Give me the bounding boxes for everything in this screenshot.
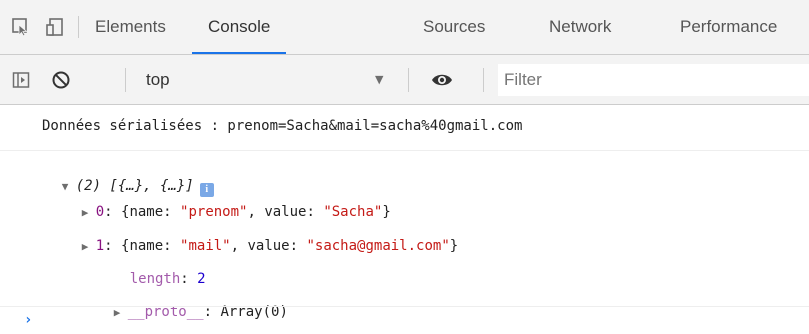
tab-network[interactable]: Network [549,0,611,54]
expand-triangle-icon[interactable]: ▶ [82,237,96,257]
inspect-element-icon[interactable] [6,12,36,42]
console-output: Données sérialisées : prenom=Sacha&mail=… [0,106,809,334]
active-tab-indicator [192,52,287,54]
message-divider [0,150,809,151]
eye-icon[interactable] [427,65,457,95]
clear-console-icon[interactable] [46,65,76,95]
tab-label: Console [208,17,271,36]
context-selector-label: top [146,70,170,89]
array-length-row: length: 2 [129,271,206,287]
sidebar-toggle-icon[interactable] [6,65,36,95]
toolbar-divider [125,68,126,92]
tab-elements[interactable]: Elements [95,0,166,54]
device-toolbar-icon[interactable] [40,12,70,42]
array-item-row[interactable]: ▶ 1: {name: "mail", value: "sacha@gmail.c… [48,216,458,254]
filter-input[interactable] [498,64,809,96]
array-proto-row[interactable]: ▶ __proto__: Array(0) [80,282,288,320]
tab-label: Elements [95,17,166,36]
tab-console[interactable]: Console [192,0,287,54]
dropdown-arrow-icon[interactable]: ▼ [375,67,383,93]
item-value-value: "sacha@gmail.com" [306,238,450,254]
tab-label: Performance [680,17,778,36]
console-prompt-icon[interactable]: › [24,312,32,328]
array-summary-row[interactable]: ▼ (2) [{…}, {…}] i [28,156,214,197]
console-log-message: Données sérialisées : prenom=Sacha&mail=… [42,118,523,134]
prompt-divider [0,306,809,307]
tab-label: Sources [423,17,486,36]
tab-sources[interactable]: Sources [423,0,485,54]
toolbar-divider [483,68,484,92]
tab-label: Network [549,17,612,36]
tab-performance[interactable]: Performance [680,0,777,54]
toolbar-divider [408,68,409,92]
context-selector[interactable]: top [146,67,170,93]
array-item-row[interactable]: ▶ 0: {name: "prenom", value: "Sacha"} [48,182,391,220]
devtools-tab-bar: Elements Console Sources Network Perform… [0,0,809,55]
console-toolbar: top ▼ [0,55,809,105]
tab-bar-divider [78,16,79,38]
